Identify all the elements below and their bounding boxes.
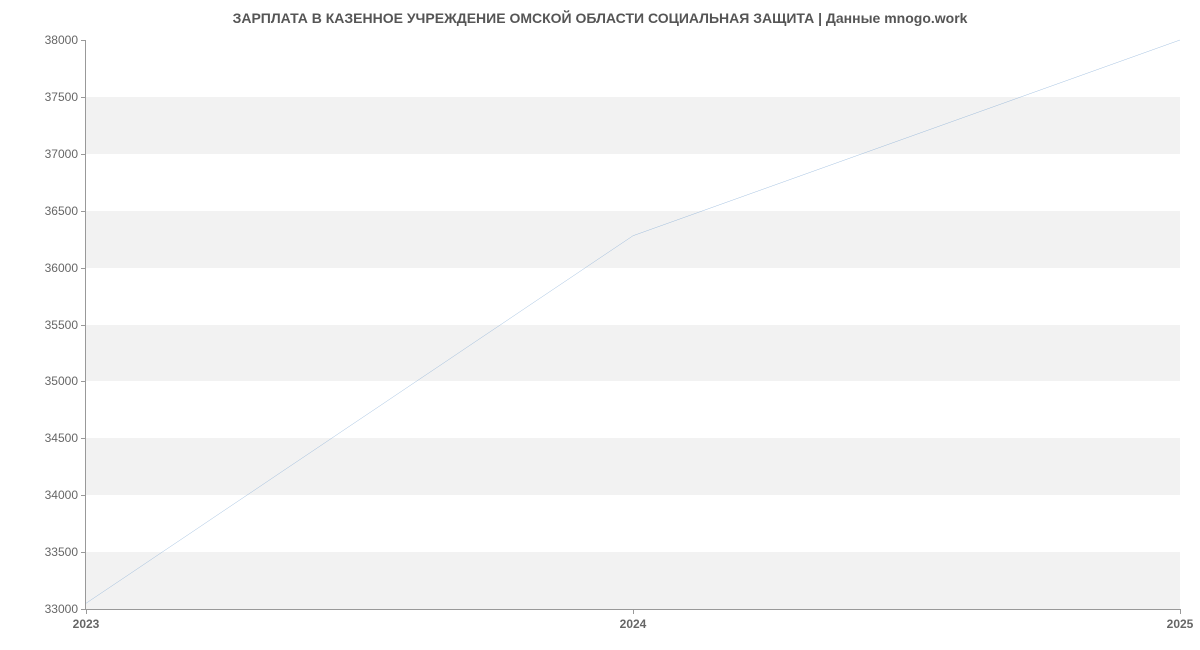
x-tick-mark [633, 609, 634, 614]
y-tick-label: 36000 [45, 261, 78, 275]
y-tick-label: 36500 [45, 204, 78, 218]
data-line [86, 40, 1180, 609]
y-tick-label: 37500 [45, 90, 78, 104]
y-tick-label: 35500 [45, 318, 78, 332]
chart-title: ЗАРПЛАТА В КАЗЕННОЕ УЧРЕЖДЕНИЕ ОМСКОЙ ОБ… [0, 0, 1200, 31]
plot-area: 3300033500340003450035000355003600036500… [85, 40, 1180, 610]
x-tick-mark [1180, 609, 1181, 614]
chart-container: ЗАРПЛАТА В КАЗЕННОЕ УЧРЕЖДЕНИЕ ОМСКОЙ ОБ… [0, 0, 1200, 650]
x-tick-mark [86, 609, 87, 614]
y-tick-label: 35000 [45, 374, 78, 388]
x-tick-label: 2023 [73, 617, 100, 631]
y-tick-label: 33500 [45, 545, 78, 559]
series-line [86, 40, 1180, 603]
y-tick-label: 38000 [45, 33, 78, 47]
y-tick-label: 33000 [45, 602, 78, 616]
y-tick-label: 34500 [45, 431, 78, 445]
y-tick-label: 37000 [45, 147, 78, 161]
x-tick-label: 2025 [1167, 617, 1194, 631]
y-tick-label: 34000 [45, 488, 78, 502]
x-tick-label: 2024 [620, 617, 647, 631]
